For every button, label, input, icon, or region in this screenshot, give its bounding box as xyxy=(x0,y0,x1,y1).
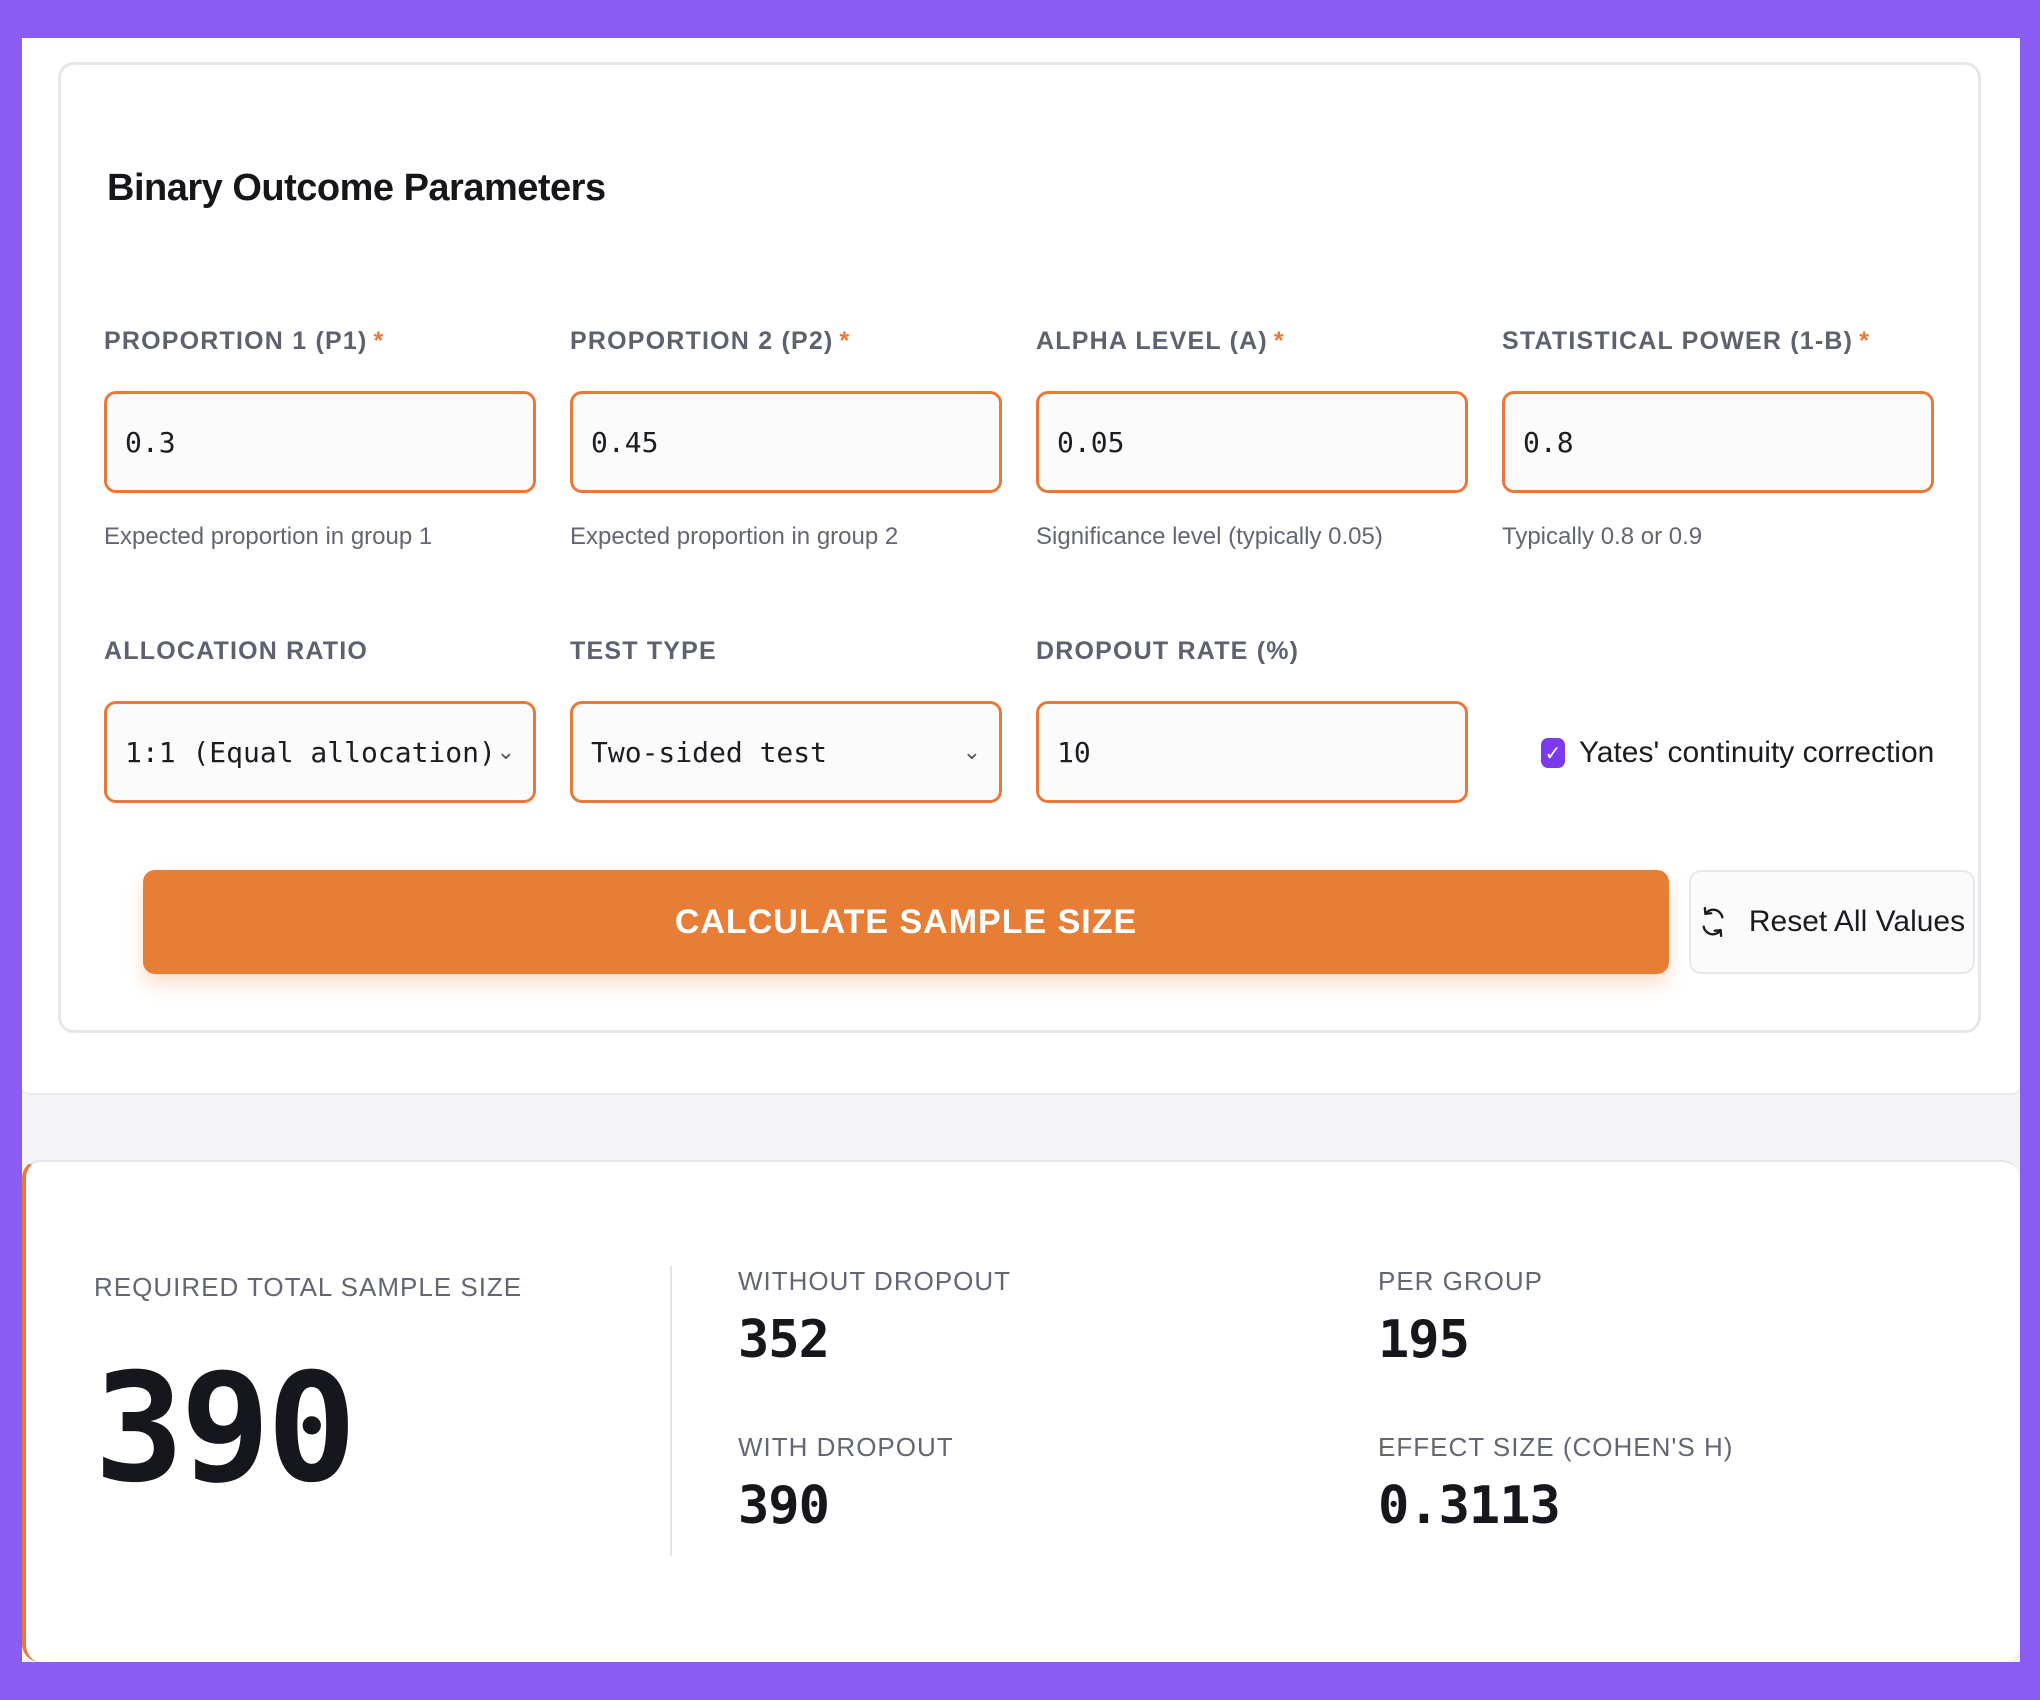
field-dropout-rate: DROPOUT RATE (%) 10 xyxy=(1036,637,1468,803)
field-test-type: TEST TYPE Two-sided test ⌄ xyxy=(570,637,1002,803)
dropout-rate-label: DROPOUT RATE (%) xyxy=(1036,637,1300,665)
allocation-ratio-label: ALLOCATION RATIO xyxy=(104,637,369,665)
proportion-2-label: PROPORTION 2 (P2) xyxy=(570,327,834,355)
test-type-label: TEST TYPE xyxy=(570,637,717,665)
results-divider xyxy=(670,1266,672,1556)
alpha-level-input[interactable]: 0.05 xyxy=(1036,391,1468,493)
without-dropout-label: WITHOUT DROPOUT xyxy=(738,1266,1012,1296)
without-dropout-value: 352 xyxy=(738,1310,830,1370)
required-asterisk: * xyxy=(1859,327,1871,355)
with-dropout-label: WITH DROPOUT xyxy=(738,1432,954,1462)
chevron-down-icon: ⌄ xyxy=(962,739,981,765)
chevron-down-icon: ⌄ xyxy=(496,739,515,765)
yates-correction-checkbox[interactable]: ✓ xyxy=(1541,738,1565,768)
proportion-2-input[interactable]: 0.45 xyxy=(570,391,1002,493)
calculate-sample-size-button[interactable]: CALCULATE SAMPLE SIZE xyxy=(143,870,1669,974)
required-asterisk: * xyxy=(373,327,385,355)
dropout-rate-input[interactable]: 10 xyxy=(1036,701,1468,803)
field-alpha-level: ALPHA LEVEL (α) * 0.05 Significance level… xyxy=(1036,327,1468,551)
effect-size-value: 0.3113 xyxy=(1378,1476,1561,1536)
total-sample-size-value: 390 xyxy=(94,1342,357,1516)
field-allocation-ratio: ALLOCATION RATIO 1:1 (Equal allocation) … xyxy=(104,637,536,803)
section-title: Binary Outcome Parameters xyxy=(107,167,606,209)
parameters-panel: Binary Outcome Parameters PROPORTION 1 (… xyxy=(58,62,1981,1033)
field-proportion-1: PROPORTION 1 (P1) * 0.3 Expected proporti… xyxy=(104,327,536,551)
test-type-value: Two-sided test xyxy=(591,735,828,769)
allocation-ratio-select[interactable]: 1:1 (Equal allocation) ⌄ xyxy=(104,701,536,803)
yates-correction-label: Yates' continuity correction xyxy=(1579,736,1935,769)
alpha-level-label: ALPHA LEVEL (α) xyxy=(1036,327,1268,355)
proportion-2-help: Expected proportion in group 2 xyxy=(570,523,899,550)
total-sample-size-label: REQUIRED TOTAL SAMPLE SIZE xyxy=(94,1272,523,1302)
proportion-1-input[interactable]: 0.3 xyxy=(104,391,536,493)
with-dropout-value: 390 xyxy=(738,1476,830,1536)
alpha-level-help: Significance level (typically 0.05) xyxy=(1036,523,1383,550)
statistical-power-input[interactable]: 0.8 xyxy=(1502,391,1934,493)
field-statistical-power: STATISTICAL POWER (1-β) * 0.8 Typically 0… xyxy=(1502,327,1934,551)
proportion-1-label: PROPORTION 1 (P1) xyxy=(104,327,368,355)
results-card: REQUIRED TOTAL SAMPLE SIZE 390 WITHOUT D… xyxy=(22,1160,2020,1662)
statistical-power-label: STATISTICAL POWER (1-β) xyxy=(1502,327,1854,355)
per-group-label: PER GROUP xyxy=(1378,1266,1544,1296)
check-icon: ✓ xyxy=(1544,742,1562,765)
per-group-value: 195 xyxy=(1378,1310,1470,1370)
field-proportion-2: PROPORTION 2 (P2) * 0.45 Expected proport… xyxy=(570,327,1002,551)
required-asterisk: * xyxy=(839,327,851,355)
required-asterisk: * xyxy=(1273,327,1285,355)
parameters-card: Binary Outcome Parameters PROPORTION 1 (… xyxy=(22,38,2020,1095)
statistical-power-help: Typically 0.8 or 0.9 xyxy=(1502,523,1703,550)
reset-all-values-label: Reset All Values xyxy=(1748,905,1966,938)
app-frame: Binary Outcome Parameters PROPORTION 1 (… xyxy=(22,38,2020,1662)
allocation-ratio-value: 1:1 (Equal allocation) xyxy=(125,735,496,769)
reset-all-values-button[interactable]: Reset All Values xyxy=(1689,870,1975,974)
proportion-1-help: Expected proportion in group 1 xyxy=(104,523,433,550)
refresh-icon xyxy=(1702,906,1724,938)
yates-correction-option[interactable]: ✓ Yates' continuity correction xyxy=(1541,736,1934,770)
test-type-select[interactable]: Two-sided test ⌄ xyxy=(570,701,1002,803)
effect-size-label: EFFECT SIZE (COHEN'S H) xyxy=(1378,1432,1734,1462)
